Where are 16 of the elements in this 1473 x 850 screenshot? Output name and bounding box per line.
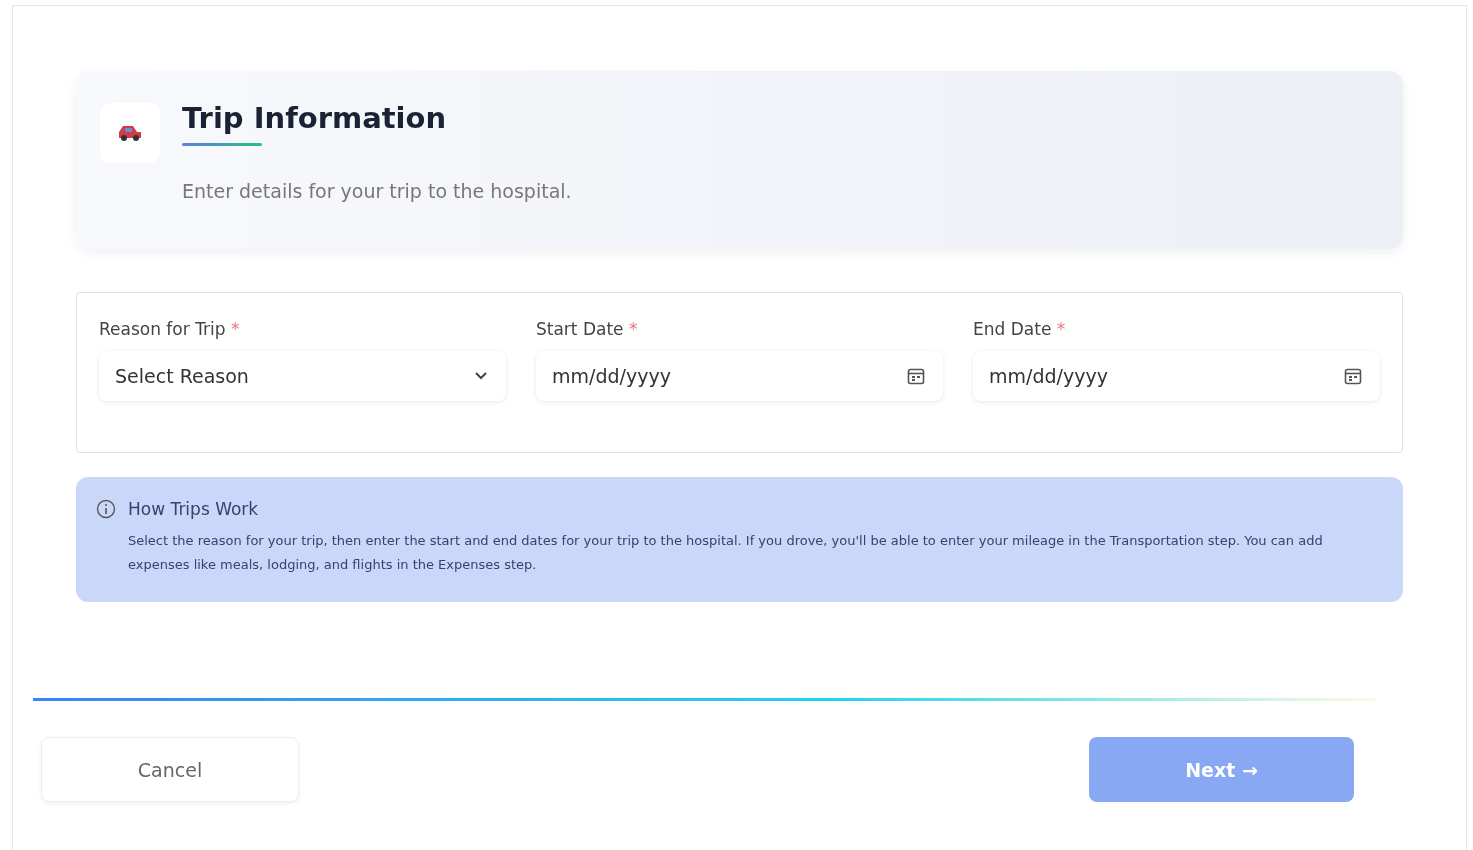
reason-select[interactable]: Select Reason	[99, 351, 506, 401]
info-icon	[96, 499, 116, 519]
info-title: How Trips Work	[128, 499, 259, 519]
cancel-button[interactable]: Cancel	[41, 737, 299, 802]
chevron-down-icon	[474, 371, 488, 381]
calendar-icon	[1344, 367, 1362, 385]
section-title: Trip Information	[182, 101, 448, 135]
section-subtitle: Enter details for your trip to the hospital.	[182, 180, 572, 202]
date-field[interactable]: mm/dd/yyyy	[536, 351, 943, 401]
car-icon	[117, 124, 143, 142]
calendar-icon	[907, 367, 925, 385]
date-field[interactable]: mm/dd/yyyy	[973, 351, 1380, 401]
info-text: Select the reason for your trip, then enter the start and end dates for your trip to the hospital. If you drove, you'll be able to enter your mileage in the Transportation step. You can add expenses like meals, lodging, and flights in the Expenses step.	[128, 532, 1324, 574]
field-label: Start Date *	[536, 319, 639, 339]
field-label: Reason for Trip *	[99, 319, 241, 339]
field-label: End Date *	[973, 319, 1067, 339]
